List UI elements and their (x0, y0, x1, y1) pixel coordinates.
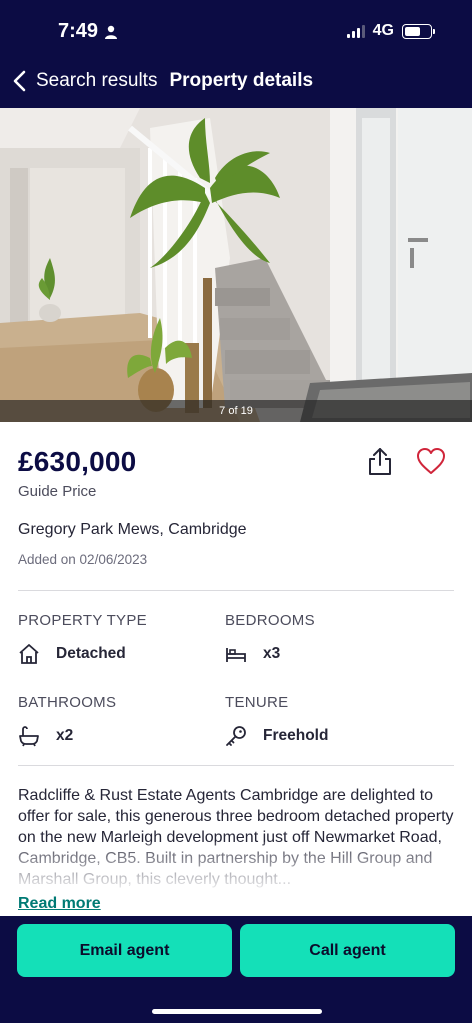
feature-bathrooms: BATHROOMS x2 (18, 694, 116, 747)
app-header: 7:49 4G Search results Property details (0, 0, 472, 108)
photo-counter-bar: 7 of 19 (0, 400, 472, 422)
feature-value: Detached (56, 645, 126, 662)
feature-label: PROPERTY TYPE (18, 612, 147, 629)
address: Gregory Park Mews, Cambridge (18, 521, 247, 538)
divider (18, 590, 454, 591)
price: £630,000 (18, 446, 137, 477)
feature-label: TENURE (225, 694, 289, 711)
call-agent-button[interactable]: Call agent (240, 924, 455, 977)
feature-property-type: PROPERTY TYPE Detached (18, 612, 147, 665)
price-qualifier: Guide Price (18, 483, 97, 500)
feature-value: x2 (56, 727, 74, 744)
email-agent-button[interactable]: Email agent (17, 924, 232, 977)
feature-label: BATHROOMS (18, 694, 117, 711)
bed-icon (226, 648, 246, 662)
home-indicator (152, 1009, 322, 1014)
description-fade (0, 842, 472, 892)
battery-icon (402, 23, 435, 39)
status-time-text: 7:49 (58, 20, 99, 42)
feature-bedrooms: BEDROOMS x3 (225, 612, 315, 665)
divider (18, 765, 454, 766)
feature-tenure: TENURE Freehold (225, 694, 328, 747)
page-title: Property details (169, 70, 314, 91)
back-label: Search results (36, 70, 158, 91)
hallway-photo-image (0, 108, 472, 422)
status-indicators: 4G (346, 22, 435, 40)
feature-value: x3 (263, 645, 281, 662)
bath-icon (19, 726, 39, 747)
signal-icon (346, 24, 365, 38)
network-type: 4G (372, 22, 394, 39)
chevron-left-icon (13, 70, 26, 92)
feature-value: Freehold (263, 727, 329, 744)
house-icon (19, 644, 39, 664)
heart-icon[interactable] (416, 447, 446, 475)
person-icon (105, 25, 118, 39)
photo-counter: 7 of 19 (219, 405, 253, 417)
feature-label: BEDROOMS (225, 612, 315, 629)
property-photo[interactable]: 7 of 19 (0, 108, 472, 422)
nav-bar: Search results Property details (12, 70, 313, 92)
bottom-action-bar: Email agent Call agent (0, 916, 472, 1023)
share-icon[interactable] (366, 446, 394, 476)
back-button[interactable]: Search results (12, 70, 157, 92)
key-icon (226, 726, 246, 746)
date-added: Added on 02/06/2023 (18, 552, 148, 567)
read-more-link[interactable]: Read more (18, 895, 101, 913)
status-time: 7:49 (58, 20, 118, 43)
